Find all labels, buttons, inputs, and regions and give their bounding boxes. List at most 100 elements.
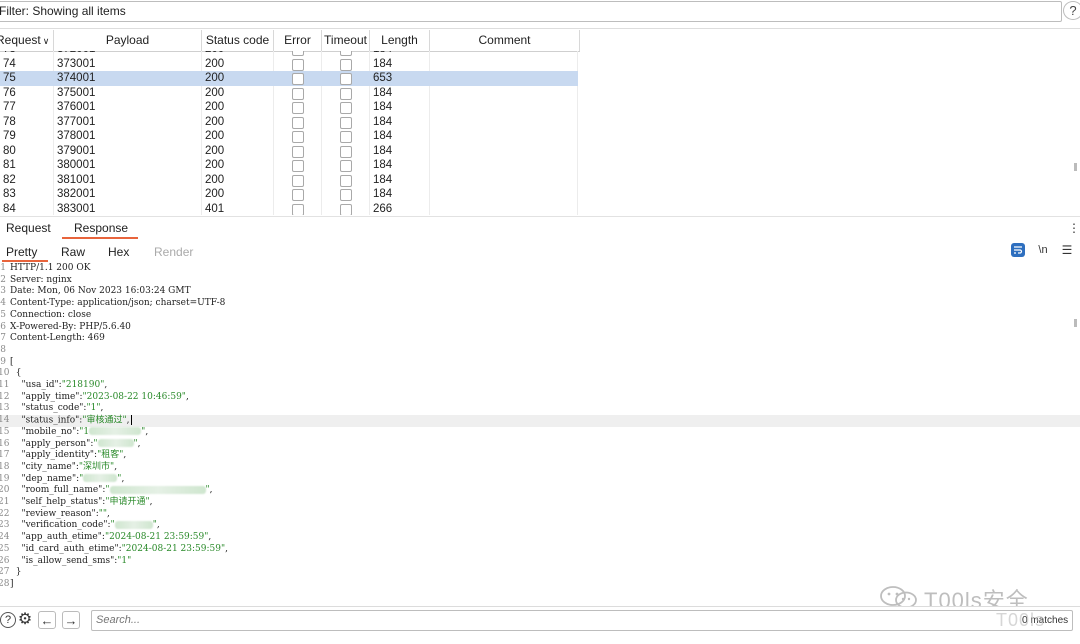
timeout-checkbox[interactable] xyxy=(340,203,352,215)
back-arrow-icon[interactable]: ← xyxy=(38,611,56,629)
active-tab-indicator xyxy=(62,237,138,239)
filter-help-icon[interactable]: ? xyxy=(1063,1,1080,20)
column-header-comment[interactable]: Comment xyxy=(430,30,580,51)
column-header-length[interactable]: Length xyxy=(370,30,430,51)
table-row[interactable]: 83 382001 200 184 xyxy=(0,187,578,202)
line-number: 8 xyxy=(0,344,6,355)
table-row[interactable]: 74 373001 200 184 xyxy=(0,57,578,72)
timeout-checkbox[interactable] xyxy=(340,87,352,100)
line-text: "review_reason":"", xyxy=(10,509,109,521)
error-checkbox[interactable] xyxy=(292,116,304,129)
settings-gear-icon[interactable]: ⚙ xyxy=(16,611,34,629)
payload-cell: 373001 xyxy=(57,57,96,70)
timeout-checkbox[interactable] xyxy=(340,116,352,129)
response-editor[interactable]: 1 HTTP/1.1 200 OK 2 Server: nginx 3 Date: Mon… xyxy=(0,263,1080,605)
show-newlines-icon[interactable]: \n xyxy=(1036,243,1050,257)
wrap-lines-icon[interactable] xyxy=(1011,243,1025,257)
column-header-status-code[interactable]: Status code xyxy=(202,30,274,51)
column-header-payload[interactable]: Payload xyxy=(54,30,202,51)
timeout-checkbox[interactable] xyxy=(340,145,352,158)
column-header-request[interactable]: Request ∨ xyxy=(0,30,54,51)
response-header: HTTP/1.1 200 OK xyxy=(10,263,91,273)
error-checkbox[interactable] xyxy=(292,87,304,100)
line-number: 15 xyxy=(0,426,10,437)
line-text: "usa_id":"218190", xyxy=(10,380,107,392)
json-key: "room_full_name" xyxy=(21,485,103,496)
json-key: "self_help_status" xyxy=(21,497,103,507)
timeout-checkbox[interactable] xyxy=(340,174,352,187)
line-text: Date: Mon, 06 Nov 2023 16:03:24 GMT xyxy=(10,286,191,298)
code-line: 18 "city_name":"深圳市", xyxy=(0,462,1080,474)
timeout-checkbox[interactable] xyxy=(340,58,352,71)
tab-raw[interactable]: Raw xyxy=(61,245,85,259)
code-line: 13 "status_code":"1", xyxy=(0,403,1080,415)
table-scrollbar[interactable] xyxy=(1074,163,1077,171)
error-checkbox[interactable] xyxy=(292,160,304,172)
error-checkbox[interactable] xyxy=(292,131,304,143)
status-code-cell: 200 xyxy=(205,144,225,157)
error-checkbox[interactable] xyxy=(292,58,304,71)
json-value: "2024-08-21 23:59:59" xyxy=(121,543,226,554)
error-checkbox[interactable] xyxy=(292,51,304,56)
table-row[interactable]: 78 377001 200 184 xyxy=(0,115,578,130)
request-number-cell: 81 xyxy=(3,159,16,171)
table-row[interactable]: 84 383001 401 266 xyxy=(0,202,578,215)
tab-hex[interactable]: Hex xyxy=(108,245,129,259)
text-cursor xyxy=(130,415,132,426)
length-cell: 184 xyxy=(373,57,393,70)
line-text: "apply_person":" ", xyxy=(10,438,141,451)
error-checkbox[interactable] xyxy=(292,73,304,85)
json-value: "1 xyxy=(79,426,90,437)
error-checkbox[interactable] xyxy=(292,102,304,114)
json-comma: , xyxy=(100,403,104,414)
error-checkbox[interactable] xyxy=(292,203,304,215)
timeout-checkbox[interactable] xyxy=(340,51,352,56)
json-key: "status_code" xyxy=(21,403,84,414)
tab-request[interactable]: Request xyxy=(6,221,51,235)
timeout-checkbox[interactable] xyxy=(340,131,352,143)
more-options-icon[interactable]: ⋮ xyxy=(1068,221,1080,235)
error-checkbox[interactable] xyxy=(292,174,304,187)
table-row[interactable]: 77 376001 200 184 xyxy=(0,100,578,115)
error-checkbox[interactable] xyxy=(292,145,304,158)
table-row[interactable]: 79 378001 200 184 xyxy=(0,129,578,144)
table-row[interactable]: 75 374001 200 653 xyxy=(0,71,578,86)
line-number: 22 xyxy=(0,508,10,519)
code-line: 12 "apply_time":"2023-08-22 10:46:59", xyxy=(0,392,1080,404)
request-number-cell: 75 xyxy=(3,72,16,84)
search-field[interactable] xyxy=(91,610,1073,631)
json-key: "app_auth_etime" xyxy=(21,532,102,543)
timeout-checkbox[interactable] xyxy=(340,73,352,85)
forward-arrow-icon[interactable]: → xyxy=(62,611,80,629)
table-row[interactable]: 82 381001 200 184 xyxy=(0,173,578,188)
tab-pretty[interactable]: Pretty xyxy=(6,245,37,259)
table-row[interactable]: 76 375001 200 184 xyxy=(0,86,578,101)
code-line: 5 Connection: close xyxy=(0,310,1080,322)
tab-response[interactable]: Response xyxy=(74,221,128,235)
line-text: } xyxy=(10,567,22,579)
table-row[interactable]: 81 380001 200 184 xyxy=(0,158,578,173)
timeout-checkbox[interactable] xyxy=(340,102,352,114)
code-line: 16 "apply_person":" ", xyxy=(0,439,1080,451)
tab-render[interactable]: Render xyxy=(154,245,193,259)
payload-cell: 382001 xyxy=(57,188,96,200)
line-text: X-Powered-By: PHP/5.6.40 xyxy=(10,322,131,334)
line-number: 21 xyxy=(0,497,10,507)
error-checkbox[interactable] xyxy=(292,189,304,201)
filter-field[interactable]: Filter: Showing all items xyxy=(0,1,1062,22)
timeout-checkbox[interactable] xyxy=(340,189,352,201)
column-header-timeout[interactable]: Timeout xyxy=(322,30,370,51)
search-input[interactable] xyxy=(96,612,1056,627)
hamburger-menu-icon[interactable]: ☰ xyxy=(1060,243,1074,257)
column-header-error[interactable]: Error xyxy=(274,30,322,51)
json-key: "is_allow_send_sms" xyxy=(21,555,115,566)
json-comma: , xyxy=(137,438,141,449)
help-icon[interactable]: ? xyxy=(0,612,16,628)
table-row[interactable]: 80 379001 200 184 xyxy=(0,144,578,159)
code-line: 15 "mobile_no":"1 ", xyxy=(0,427,1080,439)
code-line: 6 X-Powered-By: PHP/5.6.40 xyxy=(0,322,1080,334)
timeout-checkbox[interactable] xyxy=(340,160,352,172)
json-bracket: [ xyxy=(10,356,14,367)
status-code-cell: 200 xyxy=(205,159,225,171)
json-key: "dep_name" xyxy=(21,473,77,484)
